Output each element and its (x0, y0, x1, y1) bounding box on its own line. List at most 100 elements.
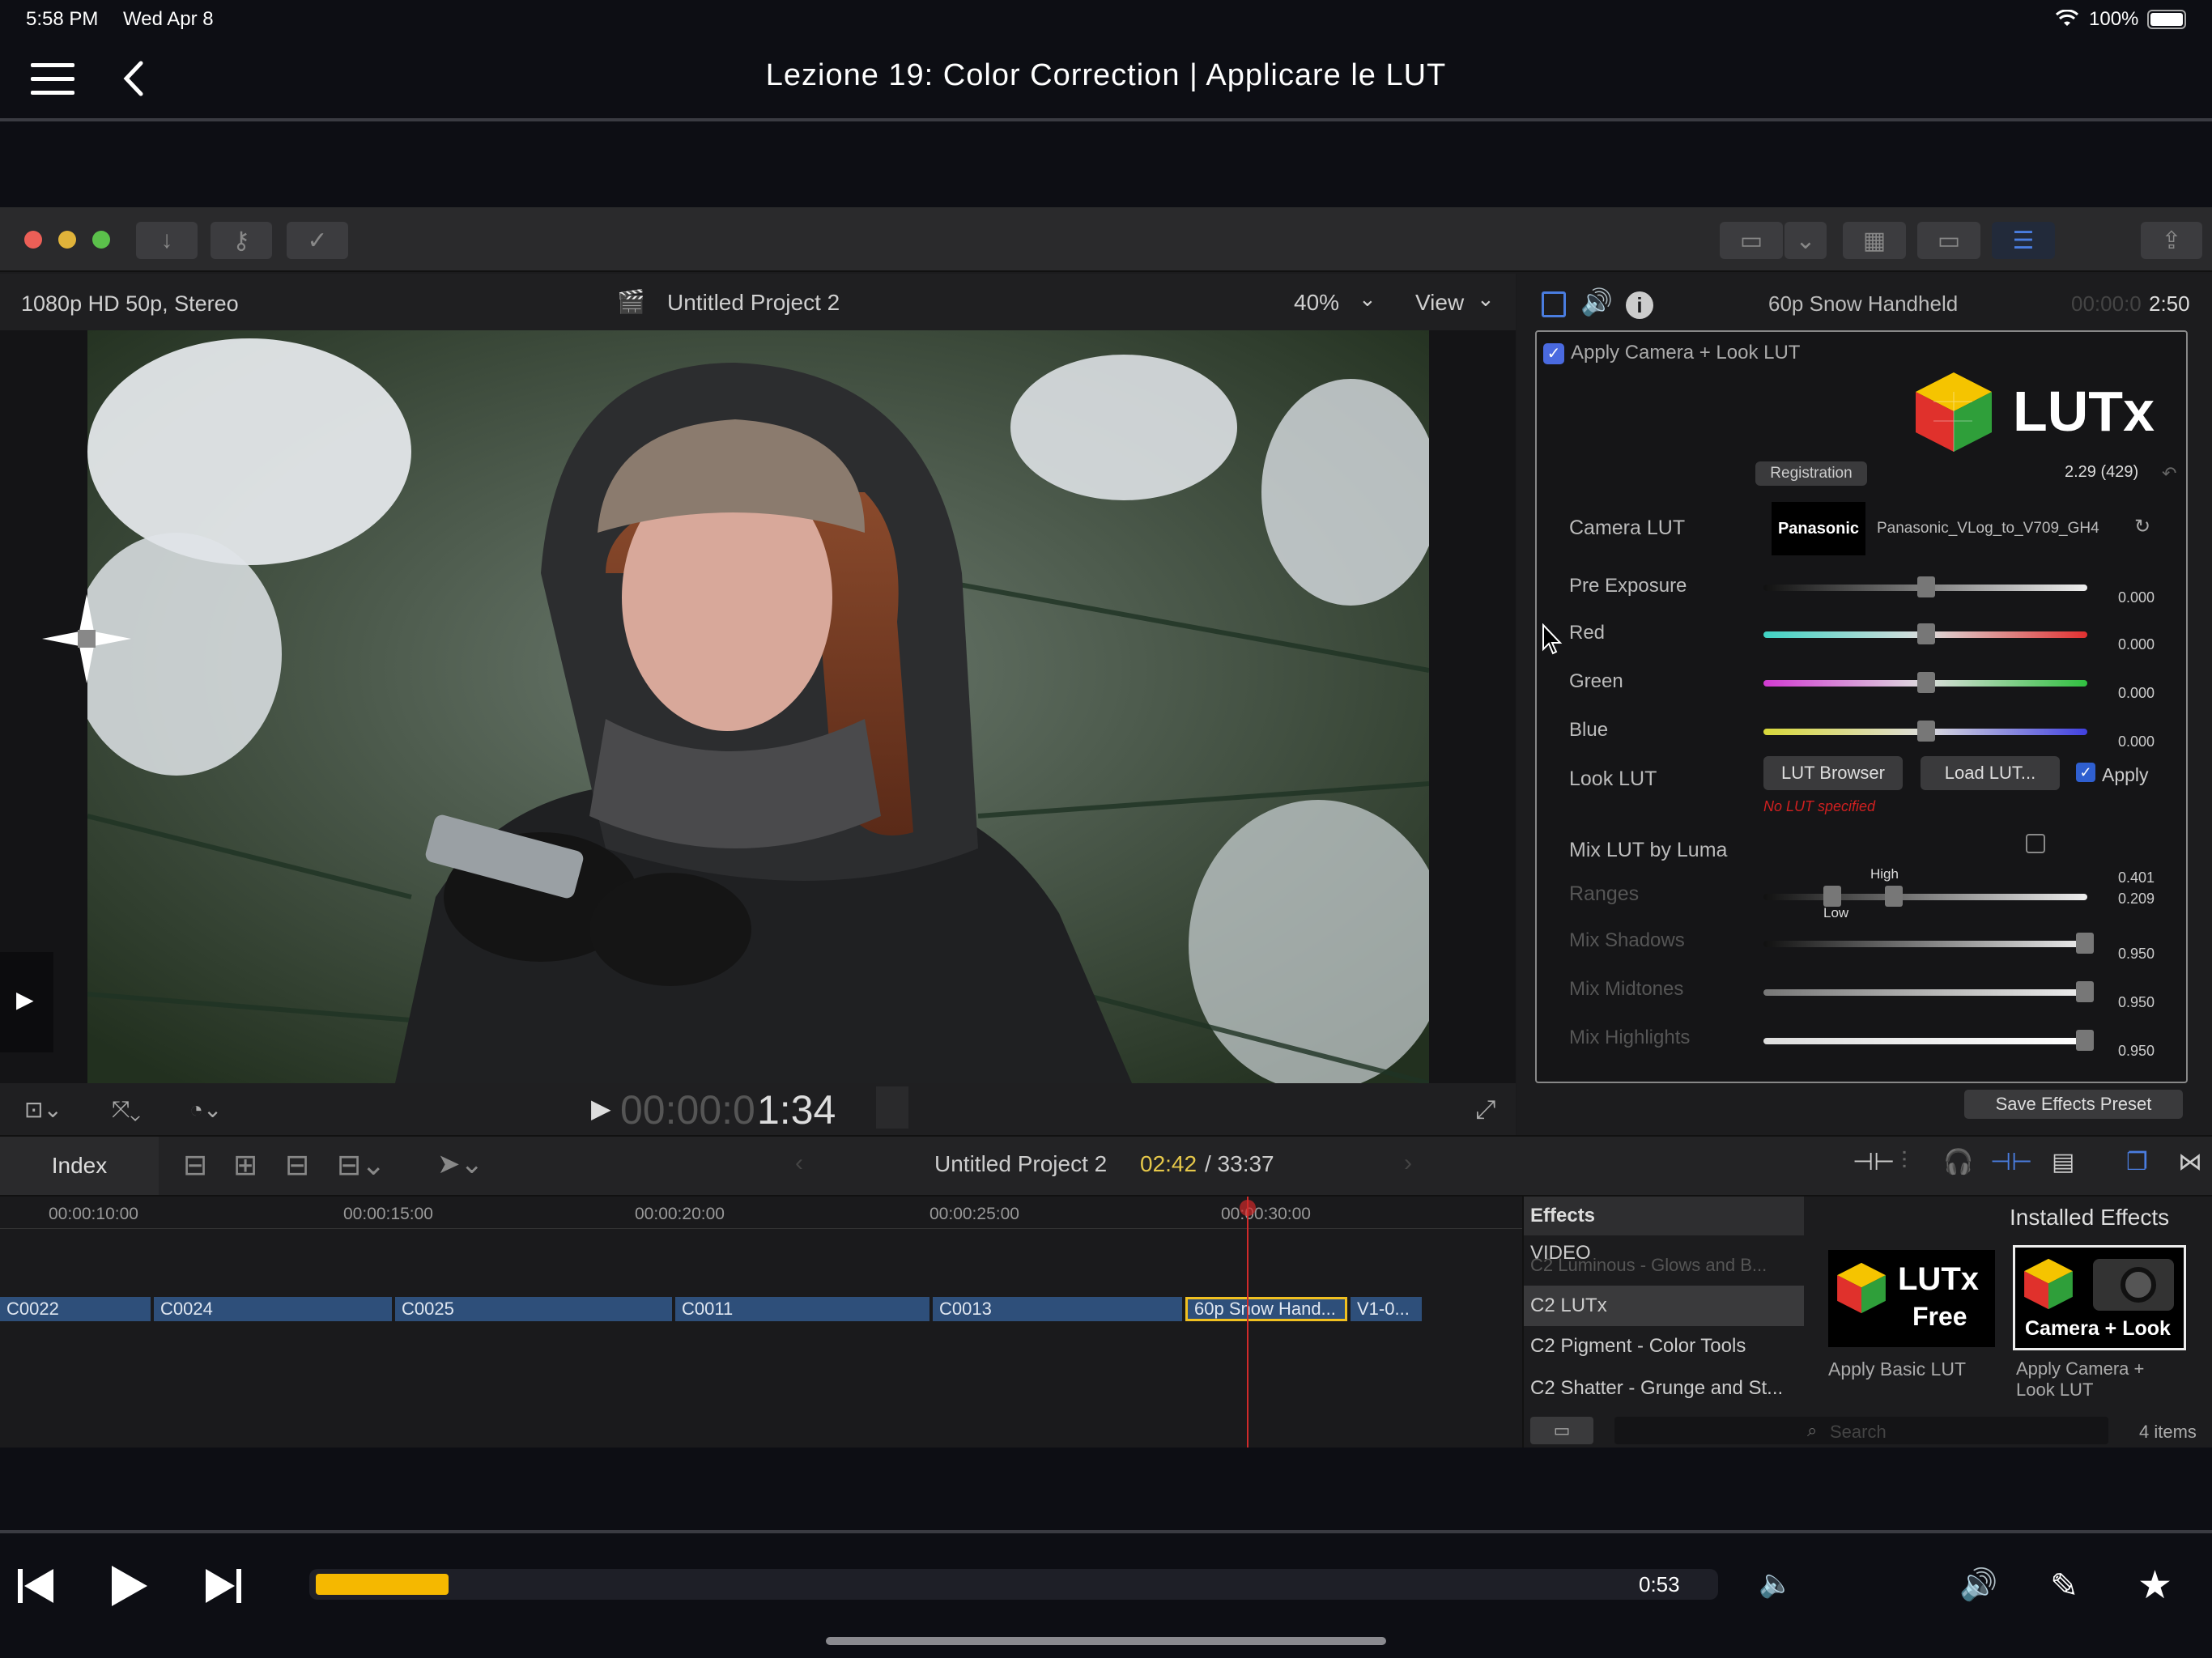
param-value: 0.000 (2118, 685, 2155, 701)
no-lut-warning: No LUT specified (1763, 798, 1876, 814)
zoom-level[interactable]: 40% (1294, 290, 1339, 316)
reset-icon[interactable]: ↶ (2162, 463, 2176, 484)
checkmark-icon[interactable]: ✓ (287, 222, 348, 259)
select-tool-icon[interactable]: ➤⌄ (437, 1148, 483, 1180)
connect-clip-icon[interactable]: ⊟ (183, 1148, 207, 1182)
viewer-options-icon[interactable]: ⊡⌄ (24, 1096, 62, 1123)
registration-button[interactable]: Registration (1755, 461, 1867, 486)
chevron-down-icon[interactable]: ⌄ (1784, 222, 1827, 259)
share-icon[interactable]: ⇪ (2141, 222, 2202, 259)
play-marker-icon: ▶ (16, 987, 34, 1012)
sidebar-toggle-icon[interactable]: ▭ (1530, 1417, 1593, 1444)
refresh-icon[interactable]: ↻ (2134, 515, 2150, 538)
fcp-toolbar: ↓ ⚷ ✓ ▭ ⌄ ▦ ▭ ☰ ⇪ (0, 207, 2212, 272)
timeline-clip[interactable]: C0013 (933, 1297, 1184, 1321)
effects-list-item-selected[interactable]: C2 LUTx (1524, 1286, 1804, 1326)
insert-clip-icon[interactable]: ⊞ (233, 1148, 257, 1182)
timeline-clip[interactable]: C0025 (395, 1297, 674, 1321)
pre-exposure-slider[interactable] (1763, 576, 2087, 597)
view-menu[interactable]: View (1415, 290, 1464, 316)
effect-thumb-lutx-free[interactable]: LUTx Free (1828, 1250, 1995, 1347)
effects-list-item[interactable]: C2 Pigment - Color Tools (1524, 1326, 1804, 1367)
star-icon[interactable]: ★ (2138, 1562, 2172, 1608)
transitions-browser-icon[interactable]: ⋈ (2178, 1148, 2202, 1176)
side-panel-toggle[interactable]: ▶ (0, 952, 53, 1052)
timeline-ruler[interactable]: 00:00:10:00 00:00:15:00 00:00:20:00 00:0… (0, 1197, 1522, 1229)
timeline-clip[interactable]: C0022 (0, 1297, 152, 1321)
mix-shadows-slider[interactable] (1763, 933, 2094, 954)
effects-list-item-faded[interactable]: C2 Luminous - Glows and B... (1530, 1255, 1767, 1276)
mix-midtones-row: Mix Midtones 0.950 (1537, 971, 2184, 1010)
viewer-footer: ⊡⌄ ⤧⌄ ◔⌄ ▶ 00:00:0 1:34 ⤢ (0, 1083, 1516, 1135)
transform-tool-icon[interactable]: ⤧⌄ (112, 1096, 141, 1123)
audio-skimming-icon[interactable]: ⫶ (1901, 1148, 1908, 1175)
timeline-clip-selected[interactable]: 60p Snow Hand... (1185, 1297, 1347, 1321)
playhead-handle[interactable] (1240, 1200, 1256, 1216)
chevron-down-icon[interactable]: ⌄ (1477, 287, 1495, 312)
append-clip-icon[interactable]: ⊟ (285, 1148, 309, 1182)
timeline-position: 02:42 (1140, 1151, 1197, 1176)
green-slider[interactable] (1763, 672, 2087, 693)
ranges-low-value: 0.209 (2118, 891, 2155, 907)
prev-nav-icon[interactable]: ‹ (795, 1150, 803, 1177)
inspector-header: 🔊 i 60p Snow Handheld 00:00:0 2:50 (1517, 274, 2212, 330)
mix-midtones-slider[interactable] (1763, 981, 2094, 1002)
progress-bar[interactable] (309, 1569, 1718, 1600)
camera-lut-file[interactable]: Panasonic_VLog_to_V709_GH4 (1877, 520, 2099, 538)
effects-browser-icon[interactable]: ❐ (2126, 1148, 2148, 1176)
zoom-window-icon[interactable] (92, 231, 110, 249)
load-lut-button[interactable]: Load LUT... (1921, 756, 2060, 790)
timeline-clip[interactable]: C0024 (154, 1297, 393, 1321)
save-effects-preset-button[interactable]: Save Effects Preset (1964, 1090, 2183, 1119)
red-slider[interactable] (1763, 623, 2087, 644)
browser-toggle-icon[interactable]: ▭ (1720, 222, 1783, 259)
volume-low-icon[interactable]: 🔈 (1759, 1567, 1793, 1600)
minimize-window-icon[interactable] (58, 231, 76, 249)
index-button[interactable]: Index (0, 1137, 159, 1195)
import-icon[interactable]: ↓ (136, 222, 198, 259)
play-icon[interactable]: ▶ (591, 1093, 611, 1124)
effects-list-item[interactable]: C2 Shatter - Grunge and St... (1524, 1368, 1804, 1409)
timeline-clip[interactable]: V1-0... (1351, 1297, 1423, 1321)
speed-icon[interactable]: ◔⌄ (189, 1096, 222, 1123)
transform-handle-icon[interactable] (42, 594, 131, 683)
chevron-down-icon[interactable]: ⌄ (1359, 287, 1376, 312)
timeline-clip[interactable]: C0011 (675, 1297, 931, 1321)
snapping-icon[interactable]: ⊣⊢ (1990, 1148, 2032, 1176)
effect-enabled-checkbox[interactable]: ✓ (1543, 343, 1564, 364)
blue-slider[interactable] (1763, 721, 2087, 742)
lut-browser-button[interactable]: LUT Browser (1763, 756, 1903, 790)
solo-icon[interactable]: 🎧 (1943, 1148, 1973, 1176)
mix-highlights-slider[interactable] (1763, 1030, 2094, 1051)
audio-icon[interactable]: 🔊 (1580, 287, 1613, 317)
clip-appearance-icon[interactable]: ▤ (2052, 1148, 2074, 1176)
grid-icon[interactable]: ▦ (1843, 222, 1906, 259)
timeline-toggle-icon[interactable]: ▭ (1917, 222, 1980, 259)
thumb-caption: Look LUT (2016, 1380, 2094, 1400)
installed-effects-menu[interactable]: Installed Effects (2010, 1205, 2169, 1231)
close-window-icon[interactable] (24, 231, 42, 249)
volume-high-icon[interactable]: 🔊 (1959, 1567, 1997, 1603)
key-icon[interactable]: ⚷ (211, 222, 272, 259)
effect-thumb-camera-look[interactable]: Camera + Look (2013, 1245, 2186, 1350)
play-icon[interactable] (108, 1564, 149, 1608)
fullscreen-icon[interactable]: ⤢ (1475, 1095, 1496, 1125)
ranges-slider[interactable] (1763, 886, 2087, 907)
timeline[interactable]: 00:00:10:00 00:00:15:00 00:00:20:00 00:0… (0, 1197, 1522, 1448)
skip-back-icon[interactable] (16, 1566, 57, 1606)
timeline-toolbar: Index ⊟ ⊞ ⊟ ⊟⌄ ➤⌄ ‹ Untitled Project 2 0… (0, 1135, 2212, 1197)
effects-search-field[interactable]: ⌕ Search (1614, 1417, 2108, 1444)
info-icon[interactable]: i (1626, 291, 1653, 319)
overwrite-clip-icon[interactable]: ⊟⌄ (337, 1148, 385, 1182)
inspector-toggle-icon[interactable]: ☰ (1992, 222, 2055, 259)
param-label: Pre Exposure (1569, 575, 1687, 597)
playhead[interactable] (1247, 1197, 1249, 1448)
skip-forward-icon[interactable] (202, 1566, 243, 1606)
wifi-icon (2055, 10, 2079, 26)
skimming-icon[interactable]: ⊣⊢ (1853, 1148, 1895, 1176)
pencil-icon[interactable]: ✎ (2050, 1566, 2078, 1605)
apply-checkbox[interactable]: ✓ (2076, 763, 2095, 782)
video-inspector-icon[interactable] (1542, 291, 1566, 317)
next-nav-icon[interactable]: › (1404, 1150, 1412, 1177)
mix-luma-checkbox[interactable] (2026, 834, 2045, 853)
